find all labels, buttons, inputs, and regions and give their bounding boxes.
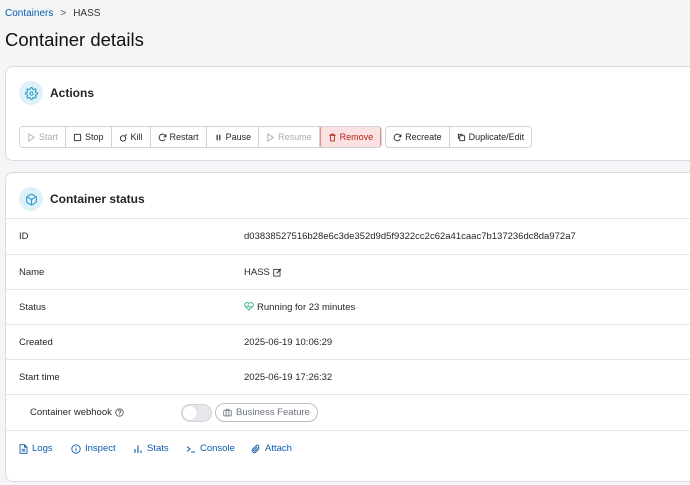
breadcrumb-current: HASS bbox=[73, 8, 101, 19]
remove-button[interactable]: Remove bbox=[319, 127, 382, 147]
container-status-card: Container status ID d03838527516b28e6c3d… bbox=[5, 172, 690, 482]
detail-row-id: ID d03838527516b28e6c3de352d9d5f9322cc2c… bbox=[6, 218, 690, 254]
logs-link[interactable]: Logs bbox=[19, 443, 53, 454]
recreate-button-group: Recreate Duplicate/Edit bbox=[385, 126, 533, 148]
webhook-row: Container webhook Business Feature bbox=[6, 394, 690, 430]
container-id-value: d03838527516b28e6c3de352d9d5f9322cc2c62a… bbox=[244, 231, 576, 242]
detail-row-start-time: Start time 2025-06-19 17:26:32 bbox=[6, 359, 690, 395]
actions-toolbar: Start Stop Kill Restart Pause Resume Rem… bbox=[19, 126, 533, 148]
remove-button-label: Remove bbox=[339, 132, 374, 142]
pause-button[interactable]: Pause bbox=[206, 127, 260, 147]
cube-icon bbox=[19, 187, 43, 211]
detail-label: Name bbox=[19, 267, 45, 278]
console-link-label: Console bbox=[200, 443, 235, 454]
kill-button[interactable]: Kill bbox=[111, 127, 151, 147]
start-time-value: 2025-06-19 17:26:32 bbox=[244, 372, 333, 383]
stop-button-label: Stop bbox=[85, 132, 104, 142]
stop-icon bbox=[73, 133, 82, 141]
terminal-icon bbox=[186, 445, 195, 452]
created-value: 2025-06-19 10:06:29 bbox=[244, 337, 333, 348]
detail-row-created: Created 2025-06-19 10:06:29 bbox=[6, 324, 690, 360]
briefcase-icon bbox=[223, 408, 232, 417]
inspect-link-label: Inspect bbox=[85, 443, 116, 454]
kill-button-label: Kill bbox=[130, 132, 143, 142]
business-feature-badge: Business Feature bbox=[215, 403, 318, 422]
help-icon[interactable] bbox=[115, 408, 124, 417]
stats-link[interactable]: Stats bbox=[133, 443, 169, 454]
webhook-toggle[interactable] bbox=[181, 403, 212, 422]
play-icon bbox=[28, 132, 36, 142]
container-name-text: HASS bbox=[244, 267, 270, 278]
inspect-link[interactable]: Inspect bbox=[71, 443, 116, 454]
status-value: Running for 23 minutes bbox=[244, 301, 356, 313]
detail-row-name: Name HASS bbox=[6, 254, 690, 290]
recreate-button[interactable]: Recreate bbox=[386, 127, 450, 147]
start-button[interactable]: Start bbox=[20, 127, 67, 147]
edit-icon[interactable] bbox=[273, 268, 282, 277]
resume-button-label: Resume bbox=[278, 132, 312, 142]
gear-icon bbox=[19, 81, 43, 105]
container-name-value: HASS bbox=[244, 267, 282, 278]
detail-label: ID bbox=[19, 231, 29, 242]
webhook-label-text: Container webhook bbox=[30, 407, 112, 418]
actions-card-title: Actions bbox=[50, 86, 95, 100]
status-text: Running for 23 minutes bbox=[257, 302, 356, 313]
breadcrumb-separator: > bbox=[60, 8, 67, 19]
breadcrumb: Containers > HASS bbox=[5, 8, 100, 19]
bar-chart-icon bbox=[134, 445, 142, 453]
pause-button-label: Pause bbox=[225, 132, 252, 142]
file-icon bbox=[19, 443, 28, 454]
paperclip-icon bbox=[251, 444, 260, 453]
play-icon bbox=[267, 132, 275, 142]
container-status-card-title: Container status bbox=[50, 192, 145, 206]
start-button-label: Start bbox=[39, 132, 59, 142]
bomb-icon bbox=[119, 133, 127, 142]
container-links-row: Logs Inspect Stats Console Attach bbox=[6, 430, 690, 466]
webhook-label: Container webhook bbox=[30, 407, 124, 418]
detail-label: Start time bbox=[19, 372, 60, 383]
breadcrumb-containers-link[interactable]: Containers bbox=[5, 8, 53, 19]
stop-button[interactable]: Stop bbox=[66, 127, 112, 147]
toggle-knob bbox=[183, 405, 197, 420]
detail-label: Status bbox=[19, 302, 46, 313]
page-title: Container details bbox=[5, 29, 144, 50]
detail-row-status: Status Running for 23 minutes bbox=[6, 289, 690, 325]
restart-button-label: Restart bbox=[169, 132, 199, 142]
lifecycle-button-group: Start Stop Kill Restart Pause Resume Rem… bbox=[19, 126, 383, 148]
console-link[interactable]: Console bbox=[186, 443, 235, 454]
resume-button[interactable]: Resume bbox=[259, 127, 320, 147]
pause-icon bbox=[216, 134, 220, 140]
heartbeat-icon bbox=[244, 301, 254, 311]
refresh-icon bbox=[158, 133, 166, 141]
actions-card: Actions Start Stop Kill Restart Pause Re… bbox=[5, 66, 690, 161]
attach-link[interactable]: Attach bbox=[251, 443, 292, 454]
copy-icon bbox=[457, 133, 465, 141]
restart-button[interactable]: Restart bbox=[150, 127, 207, 147]
logs-link-label: Logs bbox=[32, 443, 53, 454]
detail-label: Created bbox=[19, 337, 53, 348]
refresh-icon bbox=[393, 133, 402, 141]
trash-icon bbox=[328, 133, 336, 141]
recreate-button-label: Recreate bbox=[405, 132, 442, 142]
duplicate-edit-button[interactable]: Duplicate/Edit bbox=[449, 127, 532, 147]
business-feature-label: Business Feature bbox=[236, 407, 310, 418]
stats-link-label: Stats bbox=[147, 443, 169, 454]
attach-link-label: Attach bbox=[265, 443, 292, 454]
info-icon bbox=[71, 443, 81, 454]
duplicate-edit-button-label: Duplicate/Edit bbox=[468, 132, 525, 142]
